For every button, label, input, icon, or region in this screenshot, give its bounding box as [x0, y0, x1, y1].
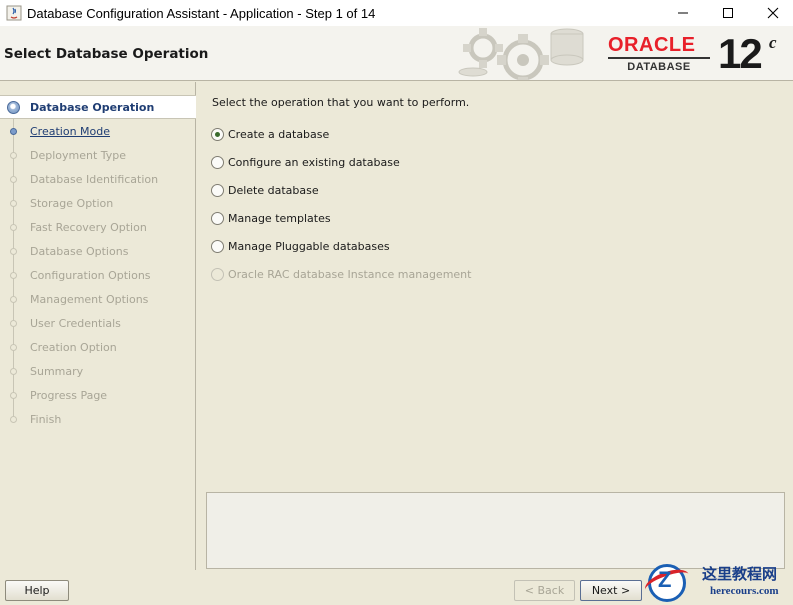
gears-illustration-icon: [458, 28, 584, 80]
option-create-database[interactable]: Create a database: [211, 126, 329, 142]
step-dot-icon: [10, 175, 17, 183]
nav-item-management-options: Management Options: [0, 287, 196, 311]
nav-item-creation-mode[interactable]: Creation Mode: [0, 119, 196, 143]
nav-item-database-options: Database Options: [0, 239, 196, 263]
option-rac-instance-management: Oracle RAC database Instance management: [211, 266, 471, 282]
nav-item-label: Configuration Options: [30, 268, 151, 282]
close-icon: [767, 7, 779, 19]
step-navigation: Database Operation Creation Mode Deploym…: [0, 82, 196, 570]
nav-item-label: User Credentials: [30, 316, 121, 330]
nav-item-deployment-type: Deployment Type: [0, 143, 196, 167]
nav-item-label: Creation Mode: [30, 124, 111, 138]
nav-item-label: Finish: [30, 412, 62, 426]
watermark: Z 这里教程网 herecours.com: [641, 560, 793, 605]
watermark-domain: herecours.com: [710, 585, 779, 597]
nav-item-label: Creation Option: [30, 340, 117, 354]
nav-item-storage-option: Storage Option: [0, 191, 196, 215]
nav-item-label: Storage Option: [30, 196, 114, 210]
java-app-icon: [6, 5, 22, 21]
step-dot-icon: [10, 271, 17, 279]
instruction-text: Select the operation that you want to pe…: [212, 96, 470, 109]
nav-item-label: Database Operation: [30, 100, 155, 114]
radio-button[interactable]: [211, 183, 224, 197]
watermark-text: 这里教程网: [702, 565, 778, 583]
window-title: Database Configuration Assistant - Appli…: [27, 5, 376, 21]
nav-item-user-credentials: User Credentials: [0, 311, 196, 335]
step-dot-icon: [10, 415, 17, 423]
nav-item-database-identification: Database Identification: [0, 167, 196, 191]
next-button[interactable]: Next >: [580, 580, 642, 601]
nav-item-creation-option: Creation Option: [0, 335, 196, 359]
radio-button[interactable]: [211, 239, 224, 253]
oracle-logo: ORACLE DATABASE: [608, 35, 712, 73]
oracle-database-text: DATABASE: [627, 61, 691, 73]
step-dot-icon: [10, 223, 17, 231]
nav-item-fast-recovery-option: Fast Recovery Option: [0, 215, 196, 239]
step-dot-icon: [10, 367, 17, 375]
maximize-button[interactable]: [705, 0, 751, 26]
option-delete-database[interactable]: Delete database: [211, 182, 319, 198]
option-label: Manage Pluggable databases: [228, 239, 390, 253]
version-number: 12: [718, 30, 763, 77]
header-banner: Select Database Operation ORACLE DATABAS…: [0, 26, 793, 81]
nav-item-progress-page: Progress Page: [0, 383, 196, 407]
current-step-icon: [7, 100, 20, 114]
step-dot-icon: [10, 319, 17, 327]
step-dot-icon: [10, 391, 17, 399]
radio-button-selected[interactable]: [211, 127, 224, 141]
nav-item-label: Database Identification: [30, 172, 159, 186]
page-title: Select Database Operation: [4, 46, 209, 62]
nav-item-label: Database Options: [30, 244, 129, 258]
step-dot-icon: [10, 199, 17, 207]
maximize-icon: [723, 8, 733, 18]
nav-item-configuration-options: Configuration Options: [0, 263, 196, 287]
watermark-letter: Z: [658, 567, 672, 592]
version-suffix: c: [769, 33, 777, 52]
option-label: Manage templates: [228, 211, 331, 225]
step-dot-icon: [10, 247, 17, 255]
radio-button[interactable]: [211, 155, 224, 169]
option-manage-templates[interactable]: Manage templates: [211, 210, 331, 226]
nav-item-label: Deployment Type: [30, 148, 127, 162]
nav-item-database-operation[interactable]: Database Operation: [0, 95, 196, 119]
nav-item-summary: Summary: [0, 359, 196, 383]
minimize-button[interactable]: [660, 0, 706, 26]
oracle-brand-text: ORACLE: [608, 34, 696, 56]
radio-button-disabled: [211, 267, 224, 281]
nav-item-label: Progress Page: [30, 388, 108, 402]
logo-rule: [608, 57, 710, 59]
message-area: [206, 492, 785, 569]
help-button[interactable]: Help: [5, 580, 69, 601]
step-dot-icon: [10, 295, 17, 303]
step-dot-icon: [10, 343, 17, 351]
minimize-icon: [678, 12, 688, 14]
option-label: Oracle RAC database Instance management: [228, 267, 472, 281]
option-label: Create a database: [228, 127, 330, 141]
close-button[interactable]: [750, 0, 793, 26]
step-dot-icon: [10, 151, 17, 159]
title-bar: Database Configuration Assistant - Appli…: [0, 0, 793, 26]
option-configure-existing-database[interactable]: Configure an existing database: [211, 154, 400, 170]
nav-item-label: Fast Recovery Option: [30, 220, 147, 234]
option-label: Configure an existing database: [228, 155, 400, 169]
back-button: < Back: [514, 580, 575, 601]
nav-item-label: Summary: [30, 364, 84, 378]
option-manage-pluggable-databases[interactable]: Manage Pluggable databases: [211, 238, 390, 254]
step-dot-icon: [10, 127, 17, 135]
radio-button[interactable]: [211, 211, 224, 225]
nav-item-label: Management Options: [30, 292, 149, 306]
option-label: Delete database: [228, 183, 319, 197]
nav-item-finish: Finish: [0, 407, 196, 431]
main-panel: Select the operation that you want to pe…: [197, 82, 793, 570]
